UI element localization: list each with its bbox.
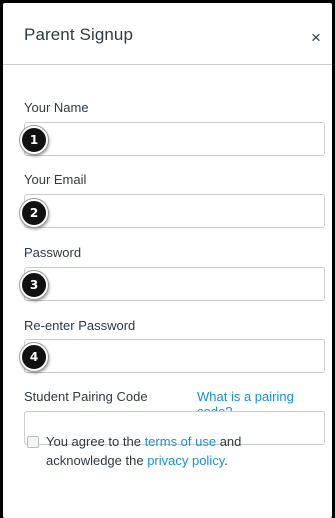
email-label: Your Email [24, 172, 87, 187]
privacy-policy-link[interactable]: privacy policy [147, 453, 224, 468]
email-input[interactable] [24, 194, 325, 228]
confirm-password-input[interactable] [24, 339, 325, 373]
step-marker-2: 2 [20, 199, 48, 227]
parent-signup-dialog: Parent Signup × Your Name 1 Your Email 2… [3, 3, 332, 518]
terms-of-use-link[interactable]: terms of use [145, 434, 217, 449]
name-input[interactable] [24, 122, 325, 156]
step-marker-4: 4 [20, 343, 48, 371]
agree-checkbox[interactable] [27, 436, 39, 448]
step-marker-1: 1 [20, 126, 48, 154]
close-icon[interactable]: × [311, 29, 321, 46]
confirm-password-label: Re-enter Password [24, 318, 136, 333]
password-input[interactable] [24, 267, 325, 301]
pairing-code-label: Student Pairing Code [24, 389, 148, 404]
name-label: Your Name [24, 100, 89, 115]
agreement-text: You agree to the terms of use and acknow… [46, 432, 318, 470]
dialog-header: Parent Signup × [3, 3, 332, 65]
dialog-title: Parent Signup [24, 25, 134, 44]
step-marker-3: 3 [20, 271, 48, 299]
agreement-prefix: You agree to the [46, 434, 145, 449]
agreement-suffix: . [224, 453, 228, 468]
password-label: Password [24, 245, 82, 260]
